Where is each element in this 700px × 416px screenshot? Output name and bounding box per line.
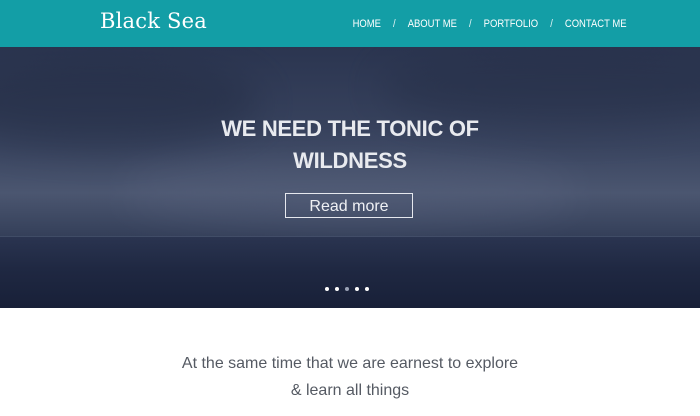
hero-title: WE NEED THE TONIC OF WILDNESS — [150, 113, 550, 177]
nav-portfolio[interactable]: PORTFOLIO — [484, 18, 539, 30]
read-more-button[interactable]: Read more — [285, 193, 413, 218]
nav-about-me[interactable]: ABOUT ME — [408, 18, 457, 30]
hero-title-line-2: WILDNESS — [293, 148, 407, 173]
intro-tagline: At the same time that we are earnest to … — [100, 350, 600, 404]
top-navbar: Black Sea HOME / ABOUT ME / PORTFOLIO / … — [0, 0, 700, 47]
hero-sea — [0, 237, 700, 308]
slider-dot[interactable] — [355, 287, 359, 291]
intro-section: At the same time that we are earnest to … — [0, 308, 700, 416]
nav-contact-me[interactable]: CONTACT ME — [565, 18, 627, 30]
slider-dot[interactable] — [325, 287, 329, 291]
slider-dot[interactable] — [365, 287, 369, 291]
slider-dots — [325, 287, 369, 291]
tagline-line-2: & learn all things — [290, 382, 410, 399]
nav-separator: / — [550, 18, 554, 30]
hero-slider: WE NEED THE TONIC OF WILDNESS Read more — [0, 47, 700, 308]
tagline-line-1: At the same time that we are earnest to … — [181, 355, 519, 372]
main-nav: HOME / ABOUT ME / PORTFOLIO / CONTACT ME — [353, 18, 627, 30]
slider-dot[interactable] — [335, 287, 339, 291]
site-logo[interactable]: Black Sea — [100, 9, 207, 33]
slider-dot[interactable] — [345, 287, 349, 291]
nav-separator: / — [393, 18, 397, 30]
nav-separator: / — [469, 18, 473, 30]
nav-home[interactable]: HOME — [353, 18, 381, 30]
hero-title-line-1: WE NEED THE TONIC OF — [221, 116, 479, 141]
